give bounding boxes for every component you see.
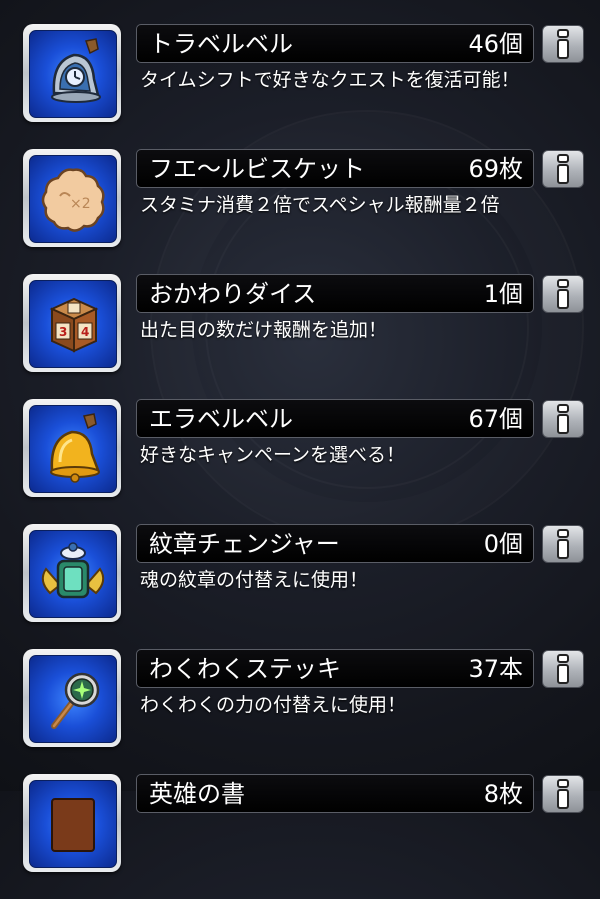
book-icon (51, 798, 95, 852)
item-row-biscuit[interactable]: ×2 フエ〜ルビスケット 69枚 スタミナ消費２倍でスペシャル報酬量２倍 (0, 149, 600, 274)
info-icon (557, 404, 569, 434)
item-description: わくわくの力の付替えに使用！ (140, 694, 407, 716)
item-description: 出た目の数だけ報酬を追加！ (140, 319, 388, 341)
info-button[interactable] (542, 400, 584, 438)
item-name: 英雄の書 (149, 780, 245, 808)
svg-text:×2: ×2 (70, 196, 91, 212)
info-icon (557, 779, 569, 809)
item-count: 67個 (468, 405, 523, 433)
info-button[interactable] (542, 275, 584, 313)
biscuit-icon: ×2 (41, 168, 105, 232)
item-name-bar: 英雄の書 8枚 (136, 774, 534, 813)
item-icon-frame[interactable] (23, 24, 121, 122)
item-icon-frame[interactable] (23, 399, 121, 497)
item-description: タイムシフトで好きなクエストを復活可能！ (140, 69, 520, 91)
item-row-hero-book[interactable]: 英雄の書 8枚 (0, 774, 600, 899)
info-icon (557, 29, 569, 59)
info-icon (557, 154, 569, 184)
svg-text:4: 4 (81, 325, 89, 339)
info-button[interactable] (542, 650, 584, 688)
item-name: 紋章チェンジャー (149, 530, 340, 558)
item-row-emblem-changer[interactable]: 紋章チェンジャー 0個 魂の紋章の付替えに使用！ (0, 524, 600, 649)
emblem-changer-icon (41, 542, 105, 599)
item-description: 好きなキャンペーンを選べる！ (140, 444, 406, 466)
info-button[interactable] (542, 150, 584, 188)
item-row-gold-bell[interactable]: エラベルベル 67個 好きなキャンペーンを選べる！ (0, 399, 600, 524)
item-description: スタミナ消費２倍でスペシャル報酬量２倍 (140, 194, 500, 216)
info-button[interactable] (542, 525, 584, 563)
info-button[interactable] (542, 775, 584, 813)
item-count: 37本 (468, 655, 523, 683)
item-name-bar: エラベルベル 67個 (136, 399, 534, 438)
item-name-bar: おかわりダイス 1個 (136, 274, 534, 313)
item-count: 0個 (483, 530, 523, 558)
item-icon-frame[interactable] (23, 524, 121, 622)
dice-icon: 3 4 (49, 297, 99, 353)
item-count: 8枚 (483, 780, 523, 808)
info-button[interactable] (542, 25, 584, 63)
gold-bell-icon (50, 413, 100, 483)
item-name: わくわくステッキ (149, 655, 341, 683)
item-icon-frame[interactable]: 3 4 (23, 274, 121, 372)
item-description: 魂の紋章の付替えに使用！ (140, 569, 369, 591)
svg-text:3: 3 (59, 325, 67, 339)
item-name-bar: トラベルベル 46個 (136, 24, 534, 63)
item-name: エラベルベル (149, 405, 293, 433)
item-row-magic-wand[interactable]: わくわくステッキ 37本 わくわくの力の付替えに使用！ (0, 649, 600, 774)
item-name: トラベルベル (149, 30, 293, 58)
item-count: 46個 (468, 30, 523, 58)
magic-wand-icon (51, 672, 100, 729)
item-count: 1個 (483, 280, 523, 308)
info-icon (557, 529, 569, 559)
item-name-bar: フエ〜ルビスケット 69枚 (136, 149, 534, 188)
item-name: おかわりダイス (149, 280, 317, 308)
item-name-bar: わくわくステッキ 37本 (136, 649, 534, 688)
item-icon-frame[interactable]: ×2 (23, 149, 121, 247)
item-count: 69枚 (468, 155, 523, 183)
bell-clock-icon (51, 38, 101, 103)
item-name: フエ〜ルビスケット (149, 155, 365, 183)
info-icon (557, 654, 569, 684)
item-icon-frame[interactable] (23, 649, 121, 747)
item-row-travel-bell[interactable]: トラベルベル 46個 タイムシフトで好きなクエストを復活可能！ (0, 24, 600, 149)
item-icon-frame[interactable] (23, 774, 121, 872)
item-name-bar: 紋章チェンジャー 0個 (136, 524, 534, 563)
info-icon (557, 279, 569, 309)
item-row-dice[interactable]: 3 4 おかわりダイス 1個 出た目の数だけ報酬を追加！ (0, 274, 600, 399)
